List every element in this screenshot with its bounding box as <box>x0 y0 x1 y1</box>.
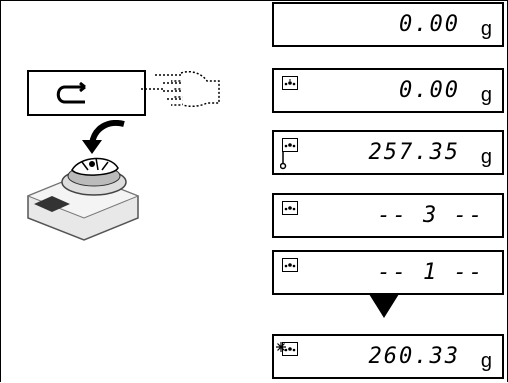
display-value: 0.00 <box>399 78 460 103</box>
pointing-hand-icon <box>141 70 220 108</box>
display-panel: 0.00 g <box>272 2 504 47</box>
display-value: 0.00 <box>399 12 460 37</box>
display-unit: g <box>480 18 492 40</box>
down-arrow-icon <box>369 294 399 318</box>
display-panel: 257.35 g <box>272 130 504 175</box>
tare-icon <box>56 82 86 104</box>
star-icon <box>276 342 286 352</box>
display-unit: g <box>480 350 492 372</box>
drops-icon <box>282 258 298 272</box>
drops-icon <box>282 201 298 215</box>
drops-icon <box>282 76 298 90</box>
display-panel: -- 1 -- <box>272 250 504 295</box>
display-panel: 260.33 g <box>272 334 504 379</box>
display-panel: -- 3 -- <box>272 193 504 238</box>
display-value: -- 1 -- <box>377 260 484 285</box>
display-value: 257.35 <box>368 140 460 165</box>
display-panel: 0.00 g <box>272 68 504 113</box>
display-unit: g <box>480 84 492 106</box>
tare-key[interactable] <box>27 70 146 116</box>
drops-icon <box>282 138 298 152</box>
stability-mark-icon <box>280 152 287 170</box>
display-value: -- 3 -- <box>377 203 484 228</box>
display-value: 260.33 <box>368 344 460 369</box>
balance-illustration <box>26 157 140 241</box>
display-unit: g <box>480 146 492 168</box>
